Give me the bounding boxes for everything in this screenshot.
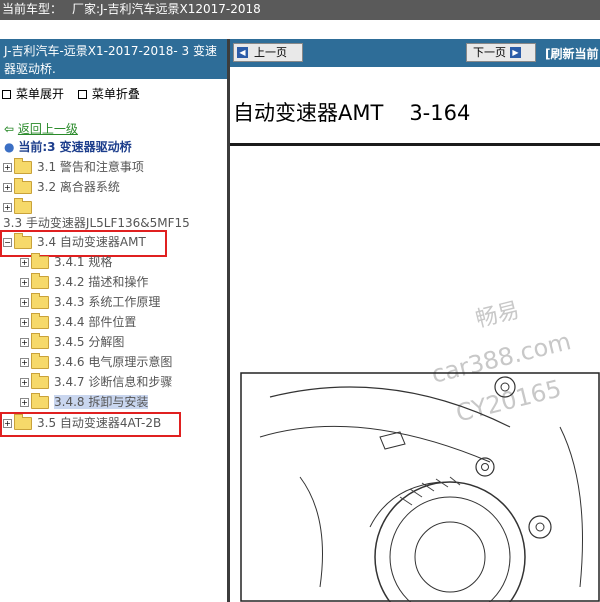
refresh-link[interactable]: [刷新当前 (545, 45, 599, 62)
prev-page-button[interactable]: ◀ 上一页 (233, 43, 303, 62)
expand-plus-icon[interactable]: + (3, 203, 12, 212)
tree-item-label: 3.1 警告和注意事项 (37, 160, 144, 174)
expand-plus-icon[interactable]: + (3, 163, 12, 172)
top-status-bar: 当前车型： 厂家:J-吉利汽车远景X12017-2018 (0, 0, 600, 20)
flywheel-inner (389, 496, 511, 602)
bolt-mid-center (481, 463, 489, 471)
tree-item-label: 3.4.6 电气原理示意图 (54, 355, 173, 369)
tree-item-label: 3.4.8 拆卸与安装 (54, 395, 149, 409)
current-section: ● 当前:3 变速器驱动桥 (4, 138, 132, 156)
case-edge-right (559, 426, 583, 588)
title-divider (230, 143, 600, 146)
expand-plus-icon[interactable]: + (20, 358, 29, 367)
tree-item-label: 3.4.4 部件位置 (54, 315, 137, 329)
tree-item-3-4-5[interactable]: +3.4.5 分解图 (20, 333, 124, 351)
bolt-top (494, 376, 516, 398)
tree-item-3-1[interactable]: +3.1 警告和注意事项 (3, 158, 144, 176)
next-page-label: 下一页 (473, 46, 506, 59)
current-model-label: 当前车型： (2, 2, 63, 16)
content-panel: ◀ 上一页 下一页 ▶ [刷新当前 自动变速器AMT 3-164 畅易 car388.… (230, 39, 600, 602)
folder-icon (31, 253, 49, 269)
next-page-button[interactable]: 下一页 ▶ (466, 43, 536, 62)
back-link[interactable]: ⇦ 返回上一级 (4, 120, 78, 138)
back-link-label: 返回上一级 (17, 122, 78, 136)
menu-expand-button[interactable]: 菜单展开 (2, 85, 64, 102)
tree-item-3-4-2[interactable]: +3.4.2 描述和操作 (20, 273, 148, 291)
menu-ops: 菜单展开 菜单折叠 (2, 85, 140, 102)
watermark-text: 畅易 (473, 297, 522, 333)
expand-plus-icon[interactable]: + (20, 318, 29, 327)
flywheel-outer (374, 481, 526, 602)
expand-plus-icon[interactable]: + (20, 298, 29, 307)
housing-outline (269, 386, 511, 428)
tree-item-label: 3.4.1 规格 (54, 255, 113, 269)
folder-icon (31, 353, 49, 369)
page-title-text: 自动变速器AMT (233, 101, 384, 125)
menu-collapse-button[interactable]: 菜单折叠 (77, 85, 140, 102)
bolt-right-center (535, 522, 545, 532)
tree-item-3-4-1[interactable]: +3.4.1 规格 (20, 253, 112, 271)
tree-item-3-4-7[interactable]: +3.4.7 诊断信息和步骤 (20, 373, 172, 391)
expand-plus-icon[interactable]: + (3, 183, 12, 192)
menu-expand-label: 菜单展开 (16, 87, 65, 101)
folder-icon (31, 273, 49, 289)
arrow-left-icon: ◀ (237, 46, 248, 58)
expand-plus-icon[interactable]: + (20, 258, 29, 267)
transmission-diagram (240, 372, 600, 602)
tree-item-label: 3.4.7 诊断信息和步骤 (54, 375, 173, 389)
tree-item-label: 3.4.2 描述和操作 (54, 275, 149, 289)
housing-inner (259, 425, 491, 463)
back-arrow-icon: ⇦ (4, 122, 15, 136)
page-nav-bar: ◀ 上一页 下一页 ▶ [刷新当前 (230, 39, 600, 67)
square-icon (77, 89, 87, 99)
expand-plus-icon[interactable]: + (20, 338, 29, 347)
tree-item-3-4-6[interactable]: +3.4.6 电气原理示意图 (20, 353, 172, 371)
arrow-right-icon: ▶ (510, 46, 521, 58)
bolt-right (528, 515, 552, 539)
expand-plus-icon[interactable]: + (20, 278, 29, 287)
page-number: 3-164 (409, 101, 471, 125)
nav-header-title: J-吉利汽车-远景X1-2017-2018- 3 变速器驱动桥. (0, 39, 227, 79)
bolt-top-center (500, 382, 510, 392)
tree-item-label: 3.3 手动变速器JL5LF136&5MF15 (3, 216, 190, 230)
expand-plus-icon[interactable]: + (20, 398, 29, 407)
case-edge (299, 476, 323, 588)
expand-plus-icon[interactable]: + (20, 378, 29, 387)
bolt-mid (475, 457, 495, 477)
tree-item-label: 3.2 离合器系统 (37, 180, 120, 194)
square-icon (2, 89, 11, 99)
folder-icon (31, 373, 49, 389)
flywheel-hub (414, 521, 486, 593)
folder-icon (31, 393, 49, 409)
tree-item-3-4-8[interactable]: +3.4.8 拆卸与安装 (20, 393, 149, 411)
menu-collapse-label: 菜单折叠 (91, 87, 140, 101)
folder-icon (31, 333, 49, 349)
prev-page-label: 上一页 (254, 46, 287, 59)
tree-item-label: 3.4.3 系统工作原理 (54, 295, 161, 309)
tree-item-label: 3.4.5 分解图 (54, 335, 125, 349)
folder-icon (14, 178, 32, 194)
current-model-value: 厂家:J-吉利汽车远景X12017-2018 (72, 2, 261, 16)
tree-item-3-4-4[interactable]: +3.4.4 部件位置 (20, 313, 136, 331)
highlight-box-3-5 (0, 412, 181, 437)
tree-item-3-2[interactable]: +3.2 离合器系统 (3, 178, 120, 196)
diagram-frame (240, 372, 600, 602)
page-title: 自动变速器AMT 3-164 (233, 97, 470, 127)
current-section-label: 当前:3 变速器驱动桥 (18, 140, 132, 154)
folder-icon (14, 198, 32, 214)
left-nav-panel: J-吉利汽车-远景X1-2017-2018- 3 变速器驱动桥. 菜单展开 菜单… (0, 39, 230, 602)
location-pin-icon: ● (4, 140, 15, 154)
folder-icon (14, 158, 32, 174)
folder-icon (31, 313, 49, 329)
tree-item-3-4-3[interactable]: +3.4.3 系统工作原理 (20, 293, 160, 311)
folder-icon (31, 293, 49, 309)
bracket (379, 431, 406, 450)
clutch-arc (369, 481, 441, 528)
